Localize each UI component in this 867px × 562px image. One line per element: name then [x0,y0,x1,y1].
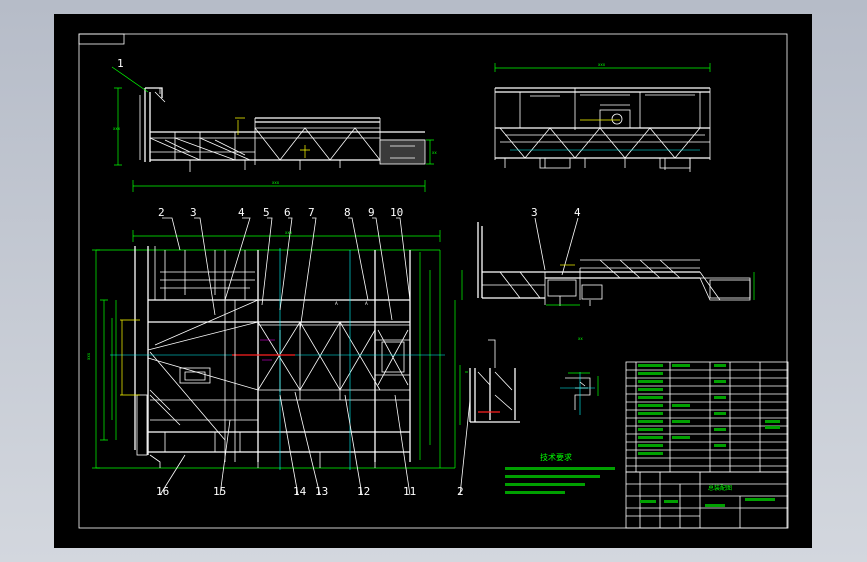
svg-text:A: A [365,301,368,306]
balloon-11[interactable]: 11 [403,485,416,498]
balloon-10[interactable]: 10 [390,206,403,219]
balloon-2[interactable]: 2 [158,206,165,219]
svg-text:A: A [335,301,338,306]
svg-text:xxx: xxx [86,352,91,360]
svg-text:xxx: xxx [598,62,606,67]
balloon-16[interactable]: 16 [156,485,169,498]
title-block-name: 总装配图 [708,484,732,492]
balloon-6[interactable]: 6 [284,206,291,219]
svg-text:xxx: xxx [113,126,121,131]
balloon-15[interactable]: 15 [213,485,226,498]
balloon-2-detail[interactable]: 2 [457,485,464,498]
balloon-12[interactable]: 12 [357,485,370,498]
svg-text:xxx: xxx [272,180,280,185]
cad-viewport: xxx xxx xx 1 xxx xxx xxx A A 2 3 4 5 6 7… [0,0,867,562]
technical-notes-title: 技术要求 [540,452,572,462]
balloon-1[interactable]: 1 [117,57,124,70]
balloon-4[interactable]: 4 [238,206,245,219]
svg-text:xxx: xxx [285,230,293,235]
balloon-9[interactable]: 9 [368,206,375,219]
balloon-13[interactable]: 13 [315,485,328,498]
balloon-3[interactable]: 3 [190,206,197,219]
balloon-3-side[interactable]: 3 [531,206,538,219]
balloon-4-side[interactable]: 4 [574,206,581,219]
small-label: xx [578,336,583,341]
balloon-7[interactable]: 7 [308,206,315,219]
svg-text:xx: xx [432,150,437,155]
cad-drawing-canvas[interactable]: xxx xxx xx 1 xxx xxx xxx A A 2 3 4 5 6 7… [0,0,867,562]
balloon-8[interactable]: 8 [344,206,351,219]
balloon-5[interactable]: 5 [263,206,270,219]
balloon-14[interactable]: 14 [293,485,307,498]
